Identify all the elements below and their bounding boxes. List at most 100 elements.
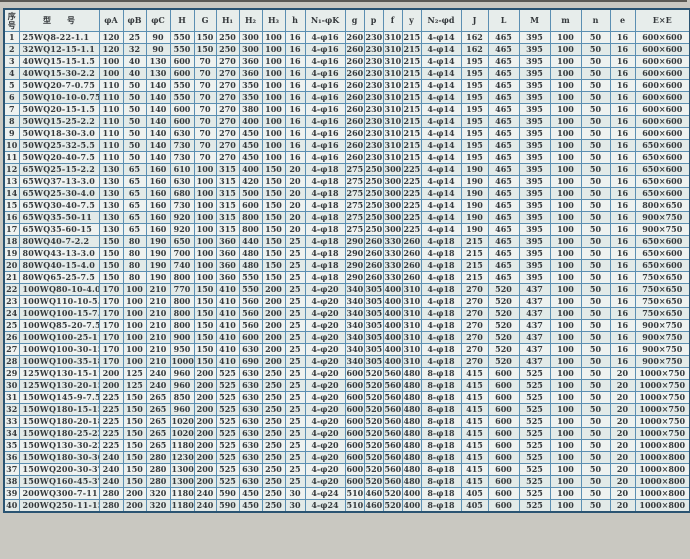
table-row: 33150WQ180-20-18.52251502651020200525630… bbox=[4, 416, 690, 428]
cell-g-cap: 100 bbox=[194, 248, 216, 260]
cell-phi-b: 80 bbox=[123, 272, 146, 284]
cell-phi-a: 280 bbox=[99, 488, 123, 500]
cell-g-small: 260 bbox=[345, 152, 364, 164]
cell-h-small: 25 bbox=[285, 404, 305, 416]
cell-f: 400 bbox=[383, 356, 402, 368]
cell-h1: 270 bbox=[216, 56, 239, 68]
cell-m-cap: 395 bbox=[519, 152, 550, 164]
table-row: 2080WQ40-15-4.01508019074010036048015025… bbox=[4, 260, 690, 272]
cell-e: 16 bbox=[610, 56, 635, 68]
cell-p: 250 bbox=[364, 212, 383, 224]
cell-h3: 100 bbox=[262, 56, 285, 68]
cell-n1-phi-k: 4-φ18 bbox=[305, 212, 345, 224]
cell-n2-phi-d: 4-φ14 bbox=[421, 56, 461, 68]
cell-n-small: 50 bbox=[581, 344, 610, 356]
cell-e: 16 bbox=[610, 236, 635, 248]
cell-p: 230 bbox=[364, 140, 383, 152]
cell-seq: 23 bbox=[4, 296, 19, 308]
cell-seq: 10 bbox=[4, 140, 19, 152]
cell-y: 225 bbox=[402, 164, 421, 176]
cell-phi-b: 65 bbox=[123, 200, 146, 212]
cell-m-small: 100 bbox=[550, 212, 581, 224]
cell-e: 16 bbox=[610, 92, 635, 104]
cell-n-small: 50 bbox=[581, 416, 610, 428]
cell-h-cap: 920 bbox=[170, 224, 194, 236]
cell-n2-phi-d: 4-φ18 bbox=[421, 308, 461, 320]
cell-n-small: 50 bbox=[581, 320, 610, 332]
cell-model: 100WQ110-10-5.5 bbox=[19, 296, 99, 308]
cell-m-small: 100 bbox=[550, 116, 581, 128]
cell-e: 20 bbox=[610, 476, 635, 488]
cell-phi-a: 225 bbox=[99, 416, 123, 428]
pump-dimension-table: 序 号型 号φAφBφCHGH₁H₂H₃hN₁-φKgpfyN₂-φdJLMmn… bbox=[3, 8, 690, 513]
cell-phi-b: 100 bbox=[123, 308, 146, 320]
cell-g-small: 340 bbox=[345, 296, 364, 308]
cell-m-small: 100 bbox=[550, 164, 581, 176]
cell-phi-b: 80 bbox=[123, 236, 146, 248]
cell-g-cap: 150 bbox=[194, 44, 216, 56]
cell-h-cap: 1180 bbox=[170, 500, 194, 513]
cell-y: 480 bbox=[402, 440, 421, 452]
cell-h3: 250 bbox=[262, 488, 285, 500]
cell-n2-phi-d: 4-φ18 bbox=[421, 356, 461, 368]
cell-j: 415 bbox=[461, 428, 488, 440]
cell-phi-c: 140 bbox=[146, 80, 170, 92]
cell-h2: 630 bbox=[239, 392, 262, 404]
cell-g-cap: 70 bbox=[194, 92, 216, 104]
cell-h2: 630 bbox=[239, 464, 262, 476]
cell-g-cap: 70 bbox=[194, 140, 216, 152]
cell-h1: 270 bbox=[216, 152, 239, 164]
cell-y: 310 bbox=[402, 344, 421, 356]
cell-p: 460 bbox=[364, 488, 383, 500]
cell-exe: 600×600 bbox=[635, 32, 690, 44]
cell-e: 16 bbox=[610, 344, 635, 356]
table-row: 1150WQ20-40-7.51105014073070270450100164… bbox=[4, 152, 690, 164]
col-header-j: J bbox=[461, 9, 488, 32]
cell-h2: 800 bbox=[239, 224, 262, 236]
cell-l: 520 bbox=[488, 320, 519, 332]
cell-g-cap: 200 bbox=[194, 452, 216, 464]
cell-e: 16 bbox=[610, 332, 635, 344]
col-header-y: y bbox=[402, 9, 421, 32]
cell-h3: 200 bbox=[262, 320, 285, 332]
table-row: 31150WQ145-9-7.5225150265850200525630250… bbox=[4, 392, 690, 404]
cell-h-small: 16 bbox=[285, 152, 305, 164]
cell-n1-phi-k: 4-φ18 bbox=[305, 200, 345, 212]
cell-l: 600 bbox=[488, 476, 519, 488]
cell-h-cap: 1000 bbox=[170, 356, 194, 368]
cell-seq: 19 bbox=[4, 248, 19, 260]
cell-l: 600 bbox=[488, 368, 519, 380]
cell-g-cap: 100 bbox=[194, 200, 216, 212]
cell-h-cap: 610 bbox=[170, 164, 194, 176]
cell-f: 330 bbox=[383, 272, 402, 284]
cell-h-small: 20 bbox=[285, 200, 305, 212]
cell-e: 16 bbox=[610, 140, 635, 152]
cell-e: 16 bbox=[610, 212, 635, 224]
cell-phi-b: 150 bbox=[123, 452, 146, 464]
cell-f: 560 bbox=[383, 464, 402, 476]
cell-m-cap: 525 bbox=[519, 464, 550, 476]
cell-g-small: 340 bbox=[345, 308, 364, 320]
cell-n-small: 50 bbox=[581, 80, 610, 92]
table-row: 1465WQ25-30-4.01306516068010031550015020… bbox=[4, 188, 690, 200]
cell-n-small: 50 bbox=[581, 332, 610, 344]
cell-seq: 25 bbox=[4, 320, 19, 332]
table-row: 1980WQ43-13-3.01508019070010036048015025… bbox=[4, 248, 690, 260]
cell-m-cap: 437 bbox=[519, 296, 550, 308]
cell-h1: 525 bbox=[216, 392, 239, 404]
cell-phi-c: 140 bbox=[146, 116, 170, 128]
cell-n2-phi-d: 8-φ18 bbox=[421, 464, 461, 476]
cell-phi-b: 50 bbox=[123, 128, 146, 140]
cell-h1: 525 bbox=[216, 452, 239, 464]
cell-phi-a: 110 bbox=[99, 152, 123, 164]
cell-h3: 150 bbox=[262, 248, 285, 260]
cell-phi-a: 130 bbox=[99, 176, 123, 188]
cell-phi-a: 130 bbox=[99, 212, 123, 224]
cell-p: 250 bbox=[364, 188, 383, 200]
cell-h-small: 25 bbox=[285, 392, 305, 404]
cell-n2-phi-d: 8-φ18 bbox=[421, 416, 461, 428]
cell-h-cap: 550 bbox=[170, 44, 194, 56]
cell-seq: 7 bbox=[4, 104, 19, 116]
col-header-g-cap: G bbox=[194, 9, 216, 32]
cell-h-cap: 730 bbox=[170, 140, 194, 152]
